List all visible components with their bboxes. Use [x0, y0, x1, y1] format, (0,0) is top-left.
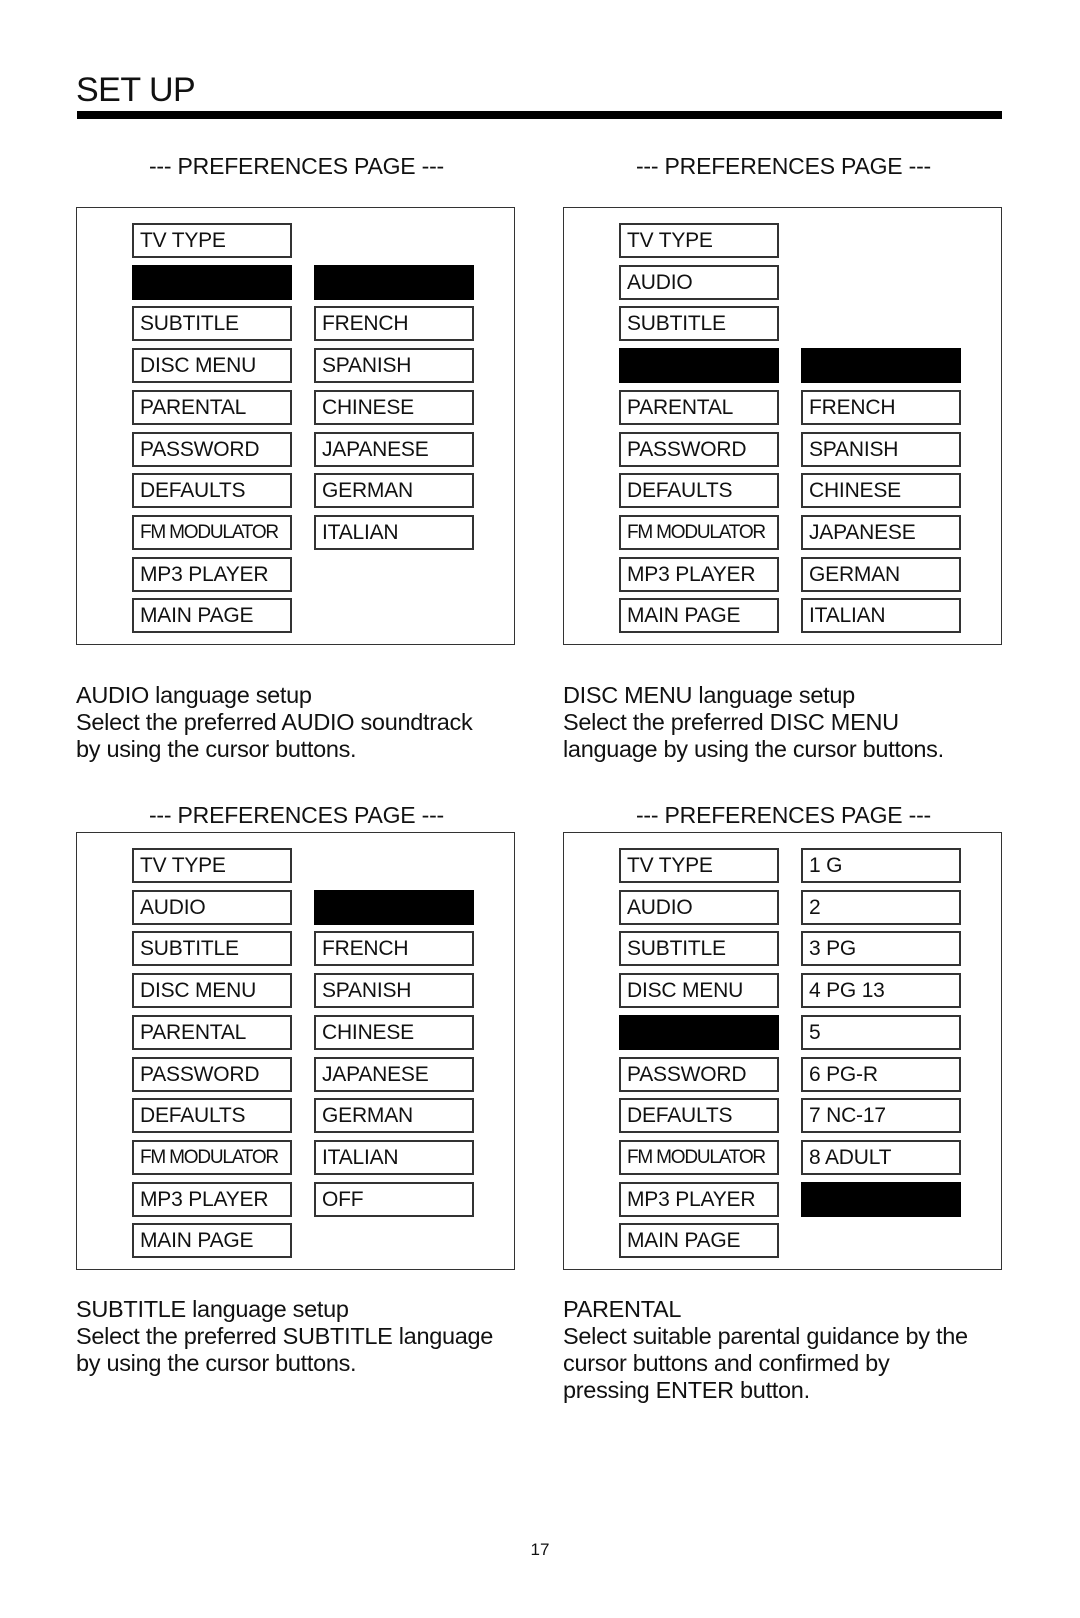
option-1-g[interactable]: 1 G — [801, 848, 961, 883]
option-english[interactable]: ENGLISH — [314, 890, 474, 925]
menu-item-parental[interactable]: PARENTAL — [132, 390, 292, 425]
option-chinese[interactable]: CHINESE — [801, 473, 961, 508]
caption-line: by using the cursor buttons. — [76, 736, 357, 762]
preferences-page-heading: --- PREFERENCES PAGE --- — [148, 802, 445, 828]
caption-line: pressing ENTER button. — [563, 1377, 810, 1403]
option-italian[interactable]: ITALIAN — [314, 1140, 474, 1175]
caption-title: SUBTITLE language setup — [76, 1296, 349, 1322]
option-3-pg[interactable]: 3 PG — [801, 931, 961, 966]
option-8-adult[interactable]: 8 ADULT — [801, 1140, 961, 1175]
menu-item-audio[interactable]: AUDIO — [132, 265, 292, 300]
option-6-pg-r[interactable]: 6 PG-R — [801, 1057, 961, 1092]
page-title: SET UP — [76, 71, 196, 109]
option-french[interactable]: FRENCH — [314, 931, 474, 966]
caption-title: AUDIO language setup — [76, 682, 312, 708]
menu-item-defaults[interactable]: DEFAULTS — [132, 1098, 292, 1133]
menu-item-fm-modulator[interactable]: FM MODULATOR — [132, 1140, 292, 1175]
menu-item-tv-type[interactable]: TV TYPE — [619, 848, 779, 883]
menu-item-mp3-player[interactable]: MP3 PLAYER — [619, 1182, 779, 1217]
menu-item-subtitle[interactable]: SUBTITLE — [619, 931, 779, 966]
option-japanese[interactable]: JAPANESE — [314, 432, 474, 467]
panel-caption: AUDIO language setup Select the preferred… — [76, 682, 536, 763]
option-off[interactable]: OFF — [314, 1182, 474, 1217]
osd-menu-screen: TV TYPE AUDIO SUBTITLE DISC MENU PARENTAL PAS… — [563, 207, 1002, 645]
menu-item-disc-menu[interactable]: DISC MENU — [619, 973, 779, 1008]
option-off[interactable]: OFF — [801, 1182, 961, 1217]
menu-item-main-page[interactable]: MAIN PAGE — [619, 598, 779, 633]
panel-caption: DISC MENU language setup Select the prefe… — [563, 682, 1023, 763]
page-number: 17 — [530, 1540, 550, 1559]
option-german[interactable]: GERMAN — [314, 473, 474, 508]
menu-item-audio[interactable]: AUDIO — [619, 890, 779, 925]
menu-item-mp3-player[interactable]: MP3 PLAYER — [132, 557, 292, 592]
menu-item-disc-menu[interactable]: DISC MENU — [132, 348, 292, 383]
option-english[interactable]: ENGLISH — [801, 348, 961, 383]
preferences-page-heading: --- PREFERENCES PAGE --- — [635, 153, 932, 179]
menu-item-fm-modulator[interactable]: FM MODULATOR — [619, 1140, 779, 1175]
caption-line: by using the cursor buttons. — [76, 1350, 357, 1376]
menu-item-fm-modulator[interactable]: FM MODULATOR — [619, 515, 779, 550]
option-5[interactable]: 5 — [801, 1015, 961, 1050]
menu-item-subtitle[interactable]: SUBTITLE — [132, 931, 292, 966]
menu-item-password[interactable]: PASSWORD — [132, 432, 292, 467]
option-english[interactable]: ENGLISH — [314, 265, 474, 300]
menu-item-audio[interactable]: AUDIO — [619, 265, 779, 300]
caption-title: PARENTAL — [563, 1296, 682, 1322]
menu-item-parental[interactable]: PARENTAL — [619, 390, 779, 425]
option-spanish[interactable]: SPANISH — [801, 432, 961, 467]
option-japanese[interactable]: JAPANESE — [801, 515, 961, 550]
panel-caption: PARENTAL Select suitable parental guidanc… — [563, 1296, 1023, 1404]
caption-title: DISC MENU language setup — [563, 682, 855, 708]
menu-item-audio[interactable]: AUDIO — [132, 890, 292, 925]
title-divider — [77, 111, 1002, 119]
menu-item-disc-menu[interactable]: DISC MENU — [132, 973, 292, 1008]
menu-item-main-page[interactable]: MAIN PAGE — [132, 598, 292, 633]
caption-line: Select the preferred DISC MENU — [563, 709, 899, 735]
caption-line: cursor buttons and confirmed by — [563, 1350, 890, 1376]
option-chinese[interactable]: CHINESE — [314, 1015, 474, 1050]
option-7-nc-17[interactable]: 7 NC-17 — [801, 1098, 961, 1133]
menu-item-main-page[interactable]: MAIN PAGE — [132, 1223, 292, 1258]
menu-item-defaults[interactable]: DEFAULTS — [619, 473, 779, 508]
option-spanish[interactable]: SPANISH — [314, 973, 474, 1008]
option-italian[interactable]: ITALIAN — [801, 598, 961, 633]
menu-item-subtitle[interactable]: SUBTITLE — [619, 306, 779, 341]
option-french[interactable]: FRENCH — [801, 390, 961, 425]
option-german[interactable]: GERMAN — [801, 557, 961, 592]
menu-item-parental[interactable]: PARENTAL — [619, 1015, 779, 1050]
menu-item-main-page[interactable]: MAIN PAGE — [619, 1223, 779, 1258]
menu-item-tv-type[interactable]: TV TYPE — [619, 223, 779, 258]
menu-item-password[interactable]: PASSWORD — [132, 1057, 292, 1092]
menu-item-mp3-player[interactable]: MP3 PLAYER — [619, 557, 779, 592]
menu-item-password[interactable]: PASSWORD — [619, 432, 779, 467]
menu-item-defaults[interactable]: DEFAULTS — [619, 1098, 779, 1133]
caption-line: Select the preferred SUBTITLE language — [76, 1323, 494, 1349]
panel-caption: SUBTITLE language setup Select the prefer… — [76, 1296, 536, 1377]
osd-menu-screen: TV TYPE AUDIO SUBTITLE DISC MENU PARENTAL PAS… — [76, 207, 515, 645]
option-italian[interactable]: ITALIAN — [314, 515, 474, 550]
option-spanish[interactable]: SPANISH — [314, 348, 474, 383]
preferences-page-heading: --- PREFERENCES PAGE --- — [635, 802, 932, 828]
menu-item-fm-modulator[interactable]: FM MODULATOR — [132, 515, 292, 550]
menu-item-tv-type[interactable]: TV TYPE — [132, 848, 292, 883]
option-japanese[interactable]: JAPANESE — [314, 1057, 474, 1092]
menu-item-disc-menu[interactable]: DISC MENU — [619, 348, 779, 383]
menu-item-mp3-player[interactable]: MP3 PLAYER — [132, 1182, 292, 1217]
option-2[interactable]: 2 — [801, 890, 961, 925]
caption-line: Select suitable parental guidance by the — [563, 1323, 968, 1349]
caption-line: Select the preferred AUDIO soundtrack — [76, 709, 473, 735]
menu-item-tv-type[interactable]: TV TYPE — [132, 223, 292, 258]
menu-item-subtitle[interactable]: SUBTITLE — [132, 306, 292, 341]
option-german[interactable]: GERMAN — [314, 1098, 474, 1133]
option-french[interactable]: FRENCH — [314, 306, 474, 341]
menu-item-parental[interactable]: PARENTAL — [132, 1015, 292, 1050]
preferences-page-heading: --- PREFERENCES PAGE --- — [148, 153, 445, 179]
option-4-pg-13[interactable]: 4 PG 13 — [801, 973, 961, 1008]
menu-item-defaults[interactable]: DEFAULTS — [132, 473, 292, 508]
menu-item-password[interactable]: PASSWORD — [619, 1057, 779, 1092]
caption-line: language by using the cursor buttons. — [563, 736, 944, 762]
osd-menu-screen: TV TYPE AUDIO SUBTITLE DISC MENU PARENTAL PAS… — [563, 832, 1002, 1270]
osd-menu-screen: TV TYPE AUDIO SUBTITLE DISC MENU PARENTAL PAS… — [76, 832, 515, 1270]
option-chinese[interactable]: CHINESE — [314, 390, 474, 425]
